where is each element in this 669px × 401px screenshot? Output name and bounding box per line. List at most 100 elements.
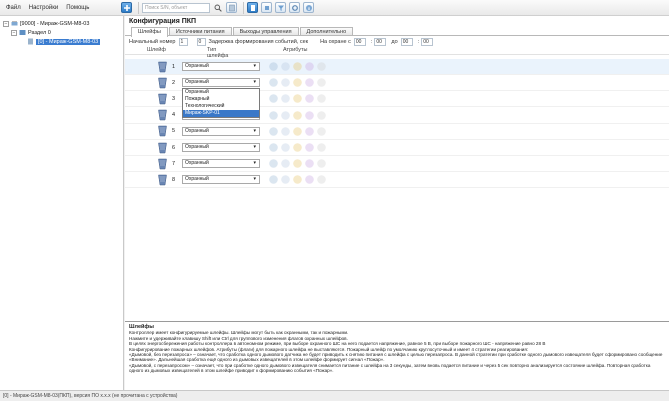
tree-item-section[interactable]: − Раздел 0: [0, 28, 123, 37]
zone-type-select[interactable]: Охранный ▾: [182, 159, 260, 169]
guard-from-hours[interactable]: 00: [353, 37, 366, 46]
group-attr-icon[interactable]: [280, 93, 291, 104]
filter-button[interactable]: [275, 2, 286, 13]
collapse-toggle[interactable]: −: [3, 20, 9, 27]
guard-to-hours[interactable]: 00: [400, 37, 413, 46]
bell-attr-icon[interactable]: [292, 158, 303, 169]
help-line: «Дымовой, с перезапросом» – означает, чт…: [129, 362, 651, 374]
tab-additional[interactable]: Дополнительно: [299, 27, 354, 35]
lock-attr-icon[interactable]: [316, 93, 327, 104]
guard-label: На охране с: [320, 38, 351, 45]
device-tree: − [9000] - Мираж-GSM-M8-03 − Раздел 0 [0…: [0, 16, 124, 390]
lock-attr-icon[interactable]: [316, 158, 327, 169]
person-attr-icon[interactable]: [268, 110, 279, 121]
chevron-down-icon: ▾: [253, 160, 256, 167]
menu-settings[interactable]: Настройки: [25, 5, 62, 11]
clock-attr-icon[interactable]: [304, 110, 315, 121]
guard-from-minutes[interactable]: 00: [374, 37, 387, 46]
lock-attr-icon[interactable]: [316, 61, 327, 72]
bell-attr-icon[interactable]: [292, 93, 303, 104]
tree-item-root[interactable]: − [9000] - Мираж-GSM-M8-03: [0, 19, 123, 28]
person-attr-icon[interactable]: [268, 126, 279, 137]
search-input[interactable]: Поиск S/N, объект: [142, 2, 210, 13]
start-number-input[interactable]: 1: [178, 37, 188, 46]
lock-attr-icon[interactable]: [316, 126, 327, 137]
lock-attr-icon[interactable]: [316, 110, 327, 121]
zone-row[interactable]: 8 Охранный ▾: [125, 172, 669, 189]
zone-type-select[interactable]: Охранный ▾: [182, 126, 260, 136]
zone-type-select[interactable]: Охранный ▾: [182, 175, 260, 185]
person-attr-icon[interactable]: [268, 93, 279, 104]
gear-icon: [291, 4, 298, 11]
group-attr-icon[interactable]: [280, 126, 291, 137]
group-attr-icon[interactable]: [280, 174, 291, 185]
group-attr-icon[interactable]: [280, 110, 291, 121]
lock-attr-icon[interactable]: [316, 174, 327, 185]
person-attr-icon[interactable]: [268, 158, 279, 169]
zone-attributes: [268, 126, 328, 137]
bell-attr-icon[interactable]: [292, 174, 303, 185]
person-attr-icon[interactable]: [268, 61, 279, 72]
zone-number: 1: [172, 63, 176, 70]
zone-type-select[interactable]: Охранный ▾: [182, 78, 260, 88]
zones-header: Шлейф Тип шлейфа Атрибуты: [125, 47, 669, 59]
tab-power[interactable]: Источники питания: [168, 27, 232, 35]
clock-attr-icon[interactable]: [304, 126, 315, 137]
chevron-down-icon: ▾: [253, 63, 256, 69]
person-attr-icon[interactable]: [268, 142, 279, 153]
group-attr-icon[interactable]: [280, 61, 291, 72]
clock-attr-icon[interactable]: [304, 174, 315, 185]
lock-attr-icon[interactable]: [316, 142, 327, 153]
zone-number: 8: [172, 176, 176, 183]
chevron-down-icon: ▾: [253, 176, 256, 183]
delay-label: Задержка формирования событий, сек: [208, 38, 309, 45]
group-attr-icon[interactable]: [280, 158, 291, 169]
zone-type-select[interactable]: Охранный ▾: [182, 62, 260, 71]
zone-row[interactable]: 1 Охранный ▾: [125, 59, 669, 75]
clock-attr-icon[interactable]: [304, 93, 315, 104]
tab-zones[interactable]: Шлейфы: [131, 27, 168, 37]
menu-file[interactable]: Файл: [2, 5, 25, 11]
info-button[interactable]: [303, 2, 314, 13]
lock-attr-icon[interactable]: [316, 77, 327, 88]
option-fire[interactable]: Пожарный: [183, 96, 259, 103]
collapse-toggle[interactable]: −: [11, 29, 17, 36]
add-device-button[interactable]: [121, 2, 132, 13]
option-guard[interactable]: Охранный: [183, 89, 259, 96]
tab-outputs[interactable]: Выходы управления: [232, 27, 299, 35]
zone-row[interactable]: 6 Охранный ▾: [125, 140, 669, 156]
zone-row[interactable]: 7 Охранный ▾: [125, 156, 669, 173]
option-skp[interactable]: Мираж-SKP-01: [183, 110, 259, 117]
delay-input[interactable]: 0: [196, 37, 206, 46]
zone-type-select[interactable]: Охранный ▾: [182, 143, 260, 152]
zone-type-dropdown[interactable]: Охранный Пожарный Технологический Мираж-…: [182, 88, 260, 118]
bell-attr-icon[interactable]: [292, 110, 303, 121]
bell-attr-icon[interactable]: [292, 142, 303, 153]
start-number-label: Начальный номер: [129, 38, 176, 45]
settings-button[interactable]: [289, 2, 300, 13]
bell-attr-icon[interactable]: [292, 77, 303, 88]
zone-number: 6: [172, 144, 176, 151]
toolbar-divider: [138, 1, 139, 14]
zone-row[interactable]: 5 Охранный ▾: [125, 124, 669, 140]
zone-number: 7: [172, 160, 176, 167]
group-attr-icon[interactable]: [280, 142, 291, 153]
clock-attr-icon[interactable]: [304, 158, 315, 169]
bell-attr-icon[interactable]: [292, 126, 303, 137]
search-button[interactable]: [212, 2, 223, 13]
device-settings-button[interactable]: [226, 2, 237, 13]
tree-item-device[interactable]: [0] - Мираж-GSM-M8-03: [0, 37, 123, 46]
option-tech[interactable]: Технологический: [183, 103, 259, 110]
write-config-button[interactable]: [261, 2, 272, 13]
clock-attr-icon[interactable]: [304, 77, 315, 88]
group-attr-icon[interactable]: [280, 77, 291, 88]
menu-bar: Файл Настройки Помощь: [0, 5, 121, 11]
read-config-button[interactable]: [247, 2, 258, 13]
menu-help[interactable]: Помощь: [62, 5, 93, 11]
person-attr-icon[interactable]: [268, 77, 279, 88]
clock-attr-icon[interactable]: [304, 61, 315, 72]
person-attr-icon[interactable]: [268, 174, 279, 185]
guard-to-minutes[interactable]: 00: [421, 37, 434, 46]
clock-attr-icon[interactable]: [304, 142, 315, 153]
bell-attr-icon[interactable]: [292, 61, 303, 72]
